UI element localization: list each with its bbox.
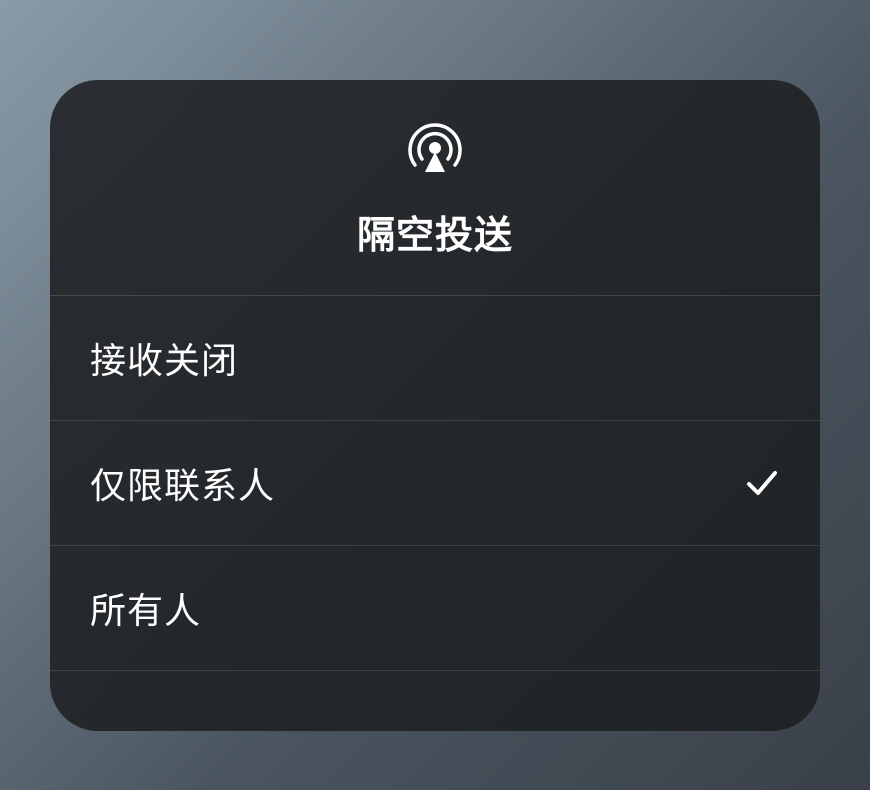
checkmark-icon (744, 465, 780, 501)
option-label: 仅限联系人 (90, 457, 275, 509)
option-label: 所有人 (90, 582, 201, 634)
airdrop-icon (403, 120, 467, 184)
airdrop-panel: 隔空投送 接收关闭 仅限联系人 所有人 (50, 80, 820, 731)
option-receiving-off[interactable]: 接收关闭 (50, 296, 820, 421)
option-everyone[interactable]: 所有人 (50, 546, 820, 671)
option-label: 接收关闭 (90, 332, 238, 384)
panel-title: 隔空投送 (357, 204, 513, 259)
option-contacts-only[interactable]: 仅限联系人 (50, 421, 820, 546)
bottom-spacer (50, 671, 820, 731)
panel-header: 隔空投送 (50, 80, 820, 296)
